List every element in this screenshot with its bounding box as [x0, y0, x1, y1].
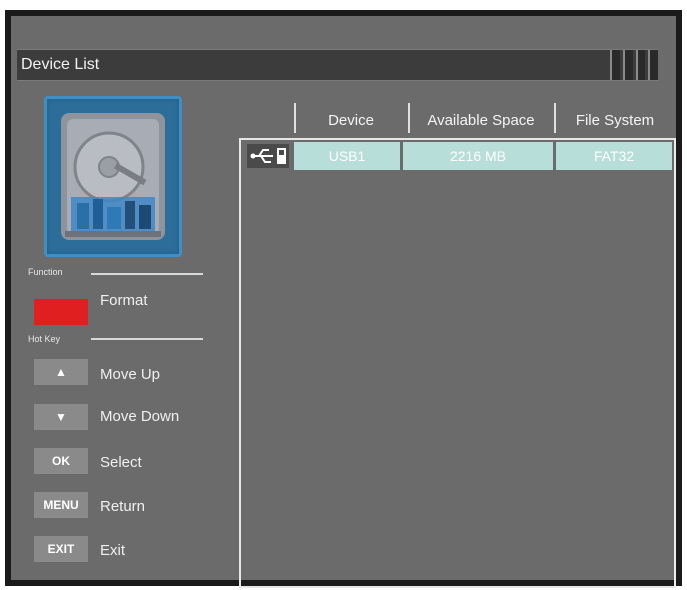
move-down-label: Move Down: [100, 408, 180, 425]
cell-file-system: FAT32: [556, 142, 672, 170]
move-up-label: Move Up: [100, 366, 161, 383]
device-table: Device Available Space File System USB1 …: [236, 98, 676, 588]
page-title: Device List: [21, 56, 100, 73]
format-red-button[interactable]: [34, 299, 88, 325]
hard-disk-image: [61, 113, 165, 240]
format-label: Format: [100, 292, 148, 309]
screen: Device List Function Format Hot Key ▲ Mo…: [11, 16, 676, 588]
return-label: Return: [100, 498, 146, 515]
usb-icon: [247, 144, 289, 168]
title-bar: Device List: [17, 49, 658, 81]
hotkey-divider: [91, 338, 203, 340]
select-label: Select: [100, 454, 142, 471]
hotkey-section-label: Hot Key: [28, 334, 61, 344]
exit-key[interactable]: EXIT: [34, 536, 88, 562]
cell-available-space: 2216 MB: [403, 142, 553, 170]
move-up-key[interactable]: ▲: [34, 359, 88, 385]
tv-frame: Device List Function Format Hot Key ▲ Mo…: [5, 10, 682, 588]
menu-key[interactable]: MENU: [34, 492, 88, 518]
column-header-file-system: File System: [575, 111, 655, 129]
exit-label: Exit: [100, 542, 126, 559]
function-section-label: Function: [28, 267, 63, 277]
hard-disk-icon: [44, 96, 182, 257]
cell-device: USB1: [294, 142, 400, 170]
move-down-key[interactable]: ▼: [34, 404, 88, 430]
column-header-device: Device: [328, 111, 374, 129]
table-row[interactable]: USB1 2216 MB FAT32: [241, 140, 672, 170]
column-header-available-space: Available Space: [427, 111, 535, 129]
function-divider: [91, 273, 203, 275]
ok-key[interactable]: OK: [34, 448, 88, 474]
device-list[interactable]: [239, 138, 676, 588]
title-decoration: [610, 50, 658, 80]
